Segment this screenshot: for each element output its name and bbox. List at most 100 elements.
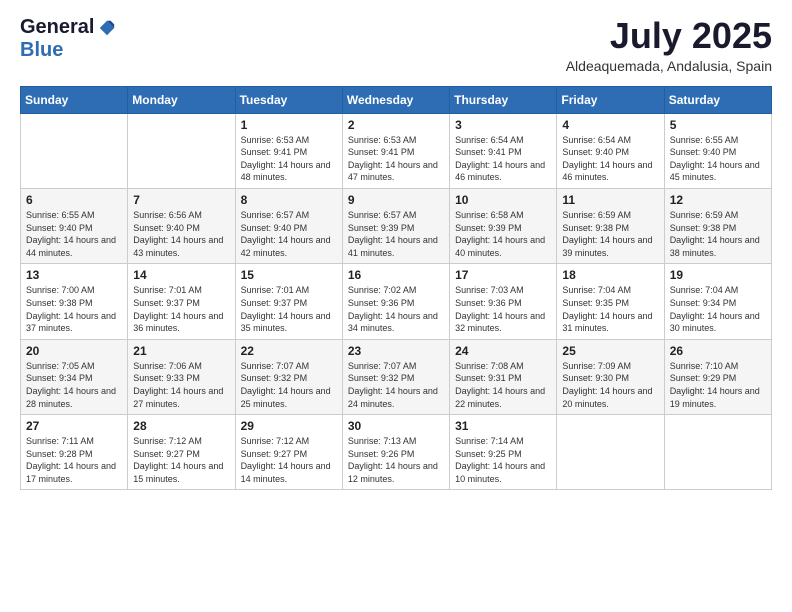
day-number: 19 [670, 268, 766, 282]
sunset-text: Sunset: 9:38 PM [26, 298, 93, 308]
calendar-cell-w2-d1: 6 Sunrise: 6:55 AMSunset: 9:40 PMDaylight… [21, 188, 128, 263]
sunrise-text: Sunrise: 6:53 AM [348, 135, 417, 145]
daylight-text: Daylight: 14 hours and 44 minutes. [26, 235, 116, 258]
daylight-text: Daylight: 14 hours and 45 minutes. [670, 160, 760, 183]
sunset-text: Sunset: 9:39 PM [348, 223, 415, 233]
day-info: Sunrise: 7:13 AMSunset: 9:26 PMDaylight:… [348, 435, 444, 485]
day-number: 16 [348, 268, 444, 282]
calendar-cell-w4-d4: 23 Sunrise: 7:07 AMSunset: 9:32 PMDayligh… [342, 339, 449, 414]
calendar-cell-w2-d6: 11Sunrise: 6:59 AMSunset: 9:38 PMDayligh… [557, 188, 664, 263]
sunrise-text: Sunrise: 7:05 AM [26, 361, 95, 371]
daylight-text: Daylight: 14 hours and 31 minutes. [562, 311, 652, 334]
sunrise-text: Sunrise: 7:13 AM [348, 436, 417, 446]
sunrise-text: Sunrise: 7:02 AM [348, 285, 417, 295]
daylight-text: Daylight: 14 hours and 47 minutes. [348, 160, 438, 183]
day-info: Sunrise: 7:07 AMSunset: 9:32 PMDaylight:… [348, 360, 444, 410]
day-info: Sunrise: 7:01 AMSunset: 9:37 PMDaylight:… [241, 284, 337, 334]
daylight-text: Daylight: 14 hours and 48 minutes. [241, 160, 331, 183]
sunrise-text: Sunrise: 7:01 AM [241, 285, 310, 295]
week-row-1: 1Sunrise: 6:53 AMSunset: 9:41 PMDaylight… [21, 113, 772, 188]
daylight-text: Daylight: 14 hours and 17 minutes. [26, 461, 116, 484]
header-tuesday: Tuesday [235, 86, 342, 113]
day-number: 30 [348, 419, 444, 433]
daylight-text: Daylight: 14 hours and 43 minutes. [133, 235, 223, 258]
logo-icon [98, 19, 116, 37]
calendar-cell-w5-d4: 30Sunrise: 7:13 AMSunset: 9:26 PMDayligh… [342, 415, 449, 490]
sunrise-text: Sunrise: 7:04 AM [562, 285, 631, 295]
sunset-text: Sunset: 9:37 PM [133, 298, 200, 308]
sunset-text: Sunset: 9:41 PM [241, 147, 308, 157]
location-text: Aldeaquemada, Andalusia, Spain [566, 58, 772, 74]
day-number: 13 [26, 268, 122, 282]
month-year-title: July 2025 [566, 16, 772, 56]
day-info: Sunrise: 7:07 AMSunset: 9:32 PMDaylight:… [241, 360, 337, 410]
day-number: 8 [241, 193, 337, 207]
day-number: 21 [133, 344, 229, 358]
week-row-2: 6 Sunrise: 6:55 AMSunset: 9:40 PMDaylight… [21, 188, 772, 263]
day-info: Sunrise: 7:05 AMSunset: 9:34 PMDaylight:… [26, 360, 122, 410]
day-info: Sunrise: 7:03 AM Sunset: 9:36 PM Daylight:… [455, 284, 551, 334]
day-info: Sunrise: 7:04 AMSunset: 9:34 PMDaylight:… [670, 284, 766, 334]
logo: General Blue [20, 16, 116, 62]
page: General Blue July 2025 Aldeaquemada, And… [0, 0, 792, 612]
calendar-table: Sunday Monday Tuesday Wednesday Thursday… [20, 86, 772, 491]
day-number: 15 [241, 268, 337, 282]
sunrise-text: Sunrise: 7:03 AM [455, 285, 524, 295]
day-info: Sunrise: 7:06 AMSunset: 9:33 PMDaylight:… [133, 360, 229, 410]
day-number: 23 [348, 344, 444, 358]
sunset-text: Sunset: 9:40 PM [241, 223, 308, 233]
calendar-cell-w1-d1 [21, 113, 128, 188]
sunset-text: Sunset: 9:40 PM [133, 223, 200, 233]
daylight-text: Daylight: 14 hours and 20 minutes. [562, 386, 652, 409]
daylight-text: Daylight: 14 hours and 15 minutes. [133, 461, 223, 484]
sunrise-text: Sunrise: 7:07 AM [348, 361, 417, 371]
sunrise-text: Sunrise: 7:12 AM [133, 436, 202, 446]
sunset-text: Sunset: 9:37 PM [241, 298, 308, 308]
header: General Blue July 2025 Aldeaquemada, And… [20, 16, 772, 74]
calendar-cell-w4-d5: 24Sunrise: 7:08 AMSunset: 9:31 PMDayligh… [450, 339, 557, 414]
calendar-cell-w1-d4: 2Sunrise: 6:53 AMSunset: 9:41 PMDaylight… [342, 113, 449, 188]
day-info: Sunrise: 6:58 AMSunset: 9:39 PMDaylight:… [455, 209, 551, 259]
sunset-text: Sunset: 9:40 PM [670, 147, 737, 157]
sunset-text: Sunset: 9:36 PM [455, 298, 522, 308]
day-info: Sunrise: 6:59 AMSunset: 9:38 PMDaylight:… [562, 209, 658, 259]
day-number: 25 [562, 344, 658, 358]
sunrise-text: Sunrise: 6:54 AM [562, 135, 631, 145]
title-section: July 2025 Aldeaquemada, Andalusia, Spain [566, 16, 772, 74]
calendar-cell-w5-d7 [664, 415, 771, 490]
day-info: Sunrise: 6:54 AMSunset: 9:41 PMDaylight:… [455, 134, 551, 184]
sunrise-text: Sunrise: 7:12 AM [241, 436, 310, 446]
day-info: Sunrise: 6:55 AMSunset: 9:40 PMDaylight:… [670, 134, 766, 184]
day-number: 12 [670, 193, 766, 207]
header-thursday: Thursday [450, 86, 557, 113]
sunset-text: Sunset: 9:41 PM [455, 147, 522, 157]
sunset-text: Sunset: 9:40 PM [26, 223, 93, 233]
calendar-cell-w2-d5: 10Sunrise: 6:58 AMSunset: 9:39 PMDayligh… [450, 188, 557, 263]
day-number: 7 [133, 193, 229, 207]
daylight-text: Daylight: 14 hours and 32 minutes. [455, 311, 545, 334]
sunset-text: Sunset: 9:39 PM [455, 223, 522, 233]
day-info: Sunrise: 6:55 AMSunset: 9:40 PMDaylight:… [26, 209, 122, 259]
daylight-text: Daylight: 14 hours and 41 minutes. [348, 235, 438, 258]
day-number: 6 [26, 193, 122, 207]
sunrise-text: Sunrise: 6:54 AM [455, 135, 524, 145]
daylight-text: Daylight: 14 hours and 10 minutes. [455, 461, 545, 484]
daylight-text: Daylight: 14 hours and 22 minutes. [455, 386, 545, 409]
sunset-text: Sunset: 9:38 PM [670, 223, 737, 233]
sunrise-text: Sunrise: 7:04 AM [670, 285, 739, 295]
daylight-text: Daylight: 14 hours and 19 minutes. [670, 386, 760, 409]
day-info: Sunrise: 6:57 AMSunset: 9:40 PMDaylight:… [241, 209, 337, 259]
week-row-4: 20Sunrise: 7:05 AMSunset: 9:34 PMDayligh… [21, 339, 772, 414]
header-friday: Friday [557, 86, 664, 113]
calendar-cell-w3-d4: 16 Sunrise: 7:02 AMSunset: 9:36 PMDayligh… [342, 264, 449, 339]
sunset-text: Sunset: 9:26 PM [348, 449, 415, 459]
sunset-text: Sunset: 9:32 PM [241, 373, 308, 383]
day-number: 18 [562, 268, 658, 282]
day-info: Sunrise: 7:08 AMSunset: 9:31 PMDaylight:… [455, 360, 551, 410]
day-info: Sunrise: 6:57 AM Sunset: 9:39 PM Daylight:… [348, 209, 444, 259]
sunset-text: Sunset: 9:27 PM [133, 449, 200, 459]
day-info: Sunrise: 7:02 AMSunset: 9:36 PMDaylight:… [348, 284, 444, 334]
calendar-cell-w5-d5: 31Sunrise: 7:14 AMSunset: 9:25 PMDayligh… [450, 415, 557, 490]
sunrise-text: Sunrise: 6:57 AM [348, 210, 417, 220]
calendar-cell-w3-d3: 15Sunrise: 7:01 AMSunset: 9:37 PMDayligh… [235, 264, 342, 339]
